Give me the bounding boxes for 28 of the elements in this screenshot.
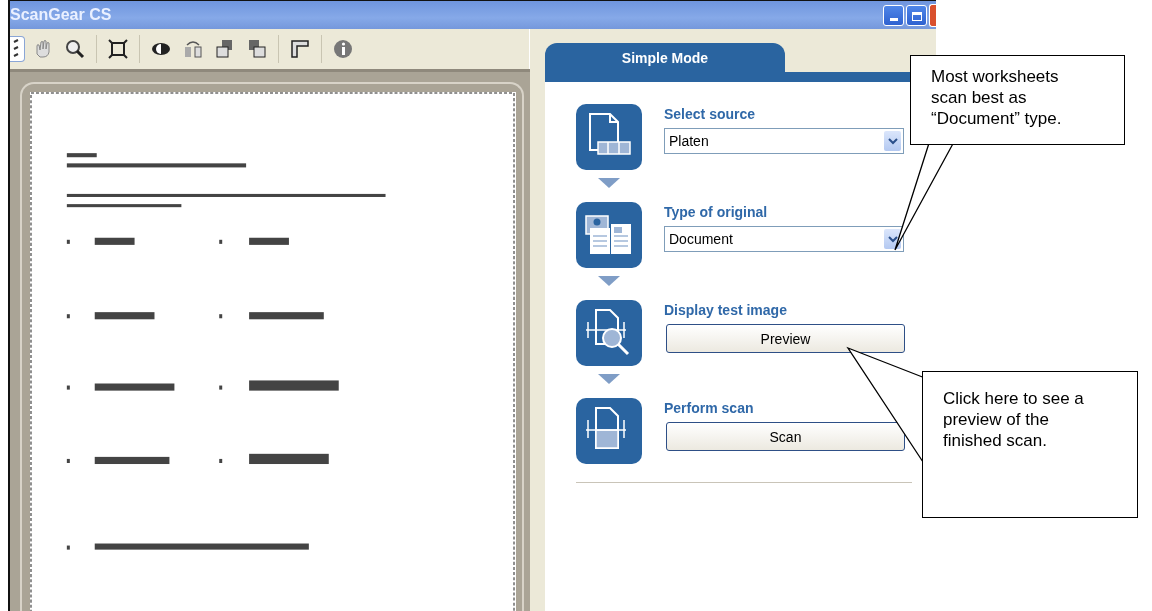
step-title: Select source bbox=[664, 106, 757, 122]
zoom-icon[interactable] bbox=[64, 38, 86, 60]
down-arrow-icon bbox=[598, 178, 620, 188]
step-title: Type of original bbox=[664, 204, 769, 220]
mode-tab[interactable]: Simple Mode bbox=[545, 43, 785, 72]
down-arrow-icon bbox=[598, 374, 620, 384]
information-icon[interactable] bbox=[332, 38, 354, 60]
dropdown-field[interactable]: Document bbox=[664, 226, 904, 252]
dropdown-field[interactable]: Platen bbox=[664, 128, 904, 154]
step-title: Perform scan bbox=[664, 400, 755, 416]
crop-corners-icon[interactable] bbox=[107, 38, 129, 60]
photo-and-book-icon bbox=[576, 202, 642, 268]
select-tool-button[interactable] bbox=[10, 36, 25, 62]
document-film-icon bbox=[576, 104, 642, 170]
action-button[interactable]: Scan bbox=[666, 422, 905, 451]
dropdown-chevron-icon[interactable] bbox=[884, 131, 901, 151]
ruler-corner-icon[interactable] bbox=[289, 38, 311, 60]
rotate-right-icon[interactable] bbox=[246, 38, 268, 60]
action-button[interactable]: Preview bbox=[666, 324, 905, 353]
maximize-button[interactable] bbox=[906, 4, 927, 26]
document-magnifier-icon bbox=[576, 300, 642, 366]
close-button[interactable] bbox=[929, 3, 936, 27]
window-title: ScanGear CS bbox=[10, 6, 112, 24]
minimize-button[interactable] bbox=[883, 4, 904, 26]
step-title: Display test image bbox=[664, 302, 788, 318]
flip-icon[interactable] bbox=[182, 38, 204, 60]
down-arrow-icon bbox=[598, 276, 620, 286]
document-scan-icon bbox=[576, 398, 642, 464]
